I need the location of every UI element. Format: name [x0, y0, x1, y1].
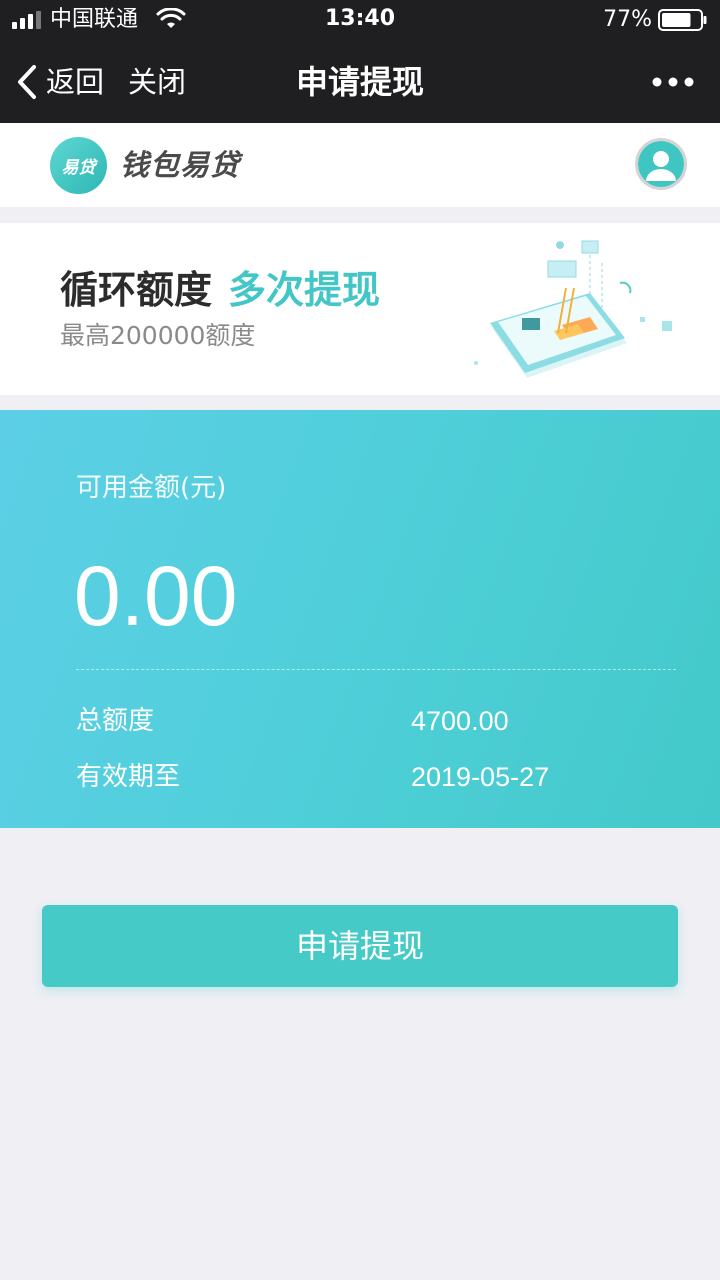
chevron-left-icon — [18, 65, 36, 99]
available-amount-value: 0.00 — [74, 549, 238, 643]
status-bar: 中国联通 13:40 77% — [0, 0, 720, 40]
total-limit-value: 4700.00 — [411, 706, 509, 736]
back-button[interactable]: 返回 — [14, 62, 104, 102]
banner-subtitle: 最高200000额度 — [60, 321, 256, 350]
phone-illustration-icon — [474, 240, 672, 378]
amount-card: 可用金额(元) 0.00 总额度 4700.00 有效期至 2019-05-27 — [0, 410, 720, 828]
battery-icon — [658, 9, 707, 31]
battery-fill — [662, 13, 691, 27]
close-button[interactable]: 关闭 — [128, 62, 186, 102]
banner-title-main: 循环额度 — [60, 268, 213, 312]
available-amount-label: 可用金额(元) — [76, 473, 227, 503]
nav-bar: 返回 关闭 申请提现 — [0, 40, 720, 123]
banner-title: 循环额度 多次提现 — [60, 265, 380, 315]
user-avatar-icon[interactable] — [635, 138, 687, 190]
brand-header: 易贷 钱包易贷 — [0, 123, 720, 207]
apply-withdraw-button[interactable]: 申请提现 — [42, 905, 678, 987]
brand-logo-text: 易贷 — [61, 158, 96, 178]
back-label: 返回 — [46, 65, 105, 99]
expiry-value: 2019-05-27 — [411, 762, 550, 792]
promo-banner[interactable]: 循环额度 多次提现 最高200000额度 — [0, 223, 720, 395]
total-limit-label: 总额度 — [76, 706, 155, 736]
page-title: 申请提现 — [295, 63, 424, 101]
brand-name: 钱包易贷 — [120, 148, 241, 182]
screen: 中国联通 13:40 77% 返回 关闭 申请提现 易贷 钱包易贷 循环额度 多… — [0, 0, 720, 1280]
brand-logo-icon: 易贷 — [50, 137, 107, 194]
banner-title-accent: 多次提现 — [228, 268, 381, 312]
top-bar: 中国联通 13:40 77% 返回 关闭 申请提现 — [0, 0, 720, 123]
more-icon[interactable] — [652, 70, 694, 94]
expiry-label: 有效期至 — [76, 762, 181, 792]
battery-percent: 77% — [603, 7, 652, 32]
card-divider — [76, 669, 676, 670]
